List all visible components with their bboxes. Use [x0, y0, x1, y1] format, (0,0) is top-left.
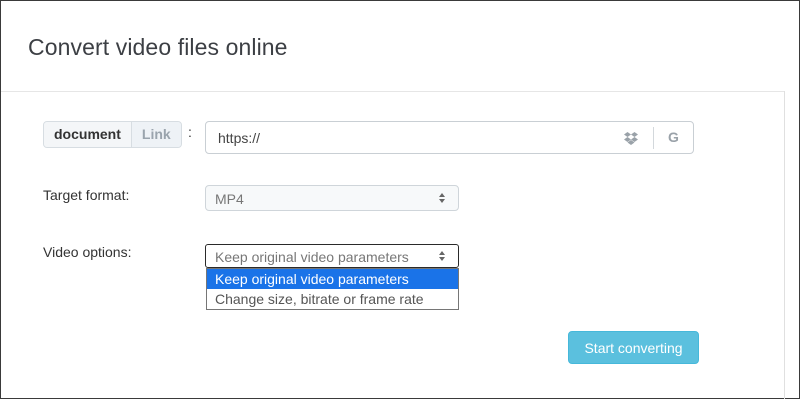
page-frame: Convert video files online document Link… — [0, 0, 800, 399]
target-format-value: MP4 — [215, 191, 244, 207]
source-colon: : — [188, 124, 192, 140]
video-options-value: Keep original video parameters — [215, 249, 409, 265]
dropbox-icon[interactable] — [624, 131, 638, 145]
page-title: Convert video files online — [28, 34, 288, 60]
tab-link[interactable]: Link — [131, 122, 181, 147]
updown-arrow-icon — [439, 251, 445, 261]
option-change-size[interactable]: Change size, bitrate or frame rate — [207, 289, 458, 309]
start-converting-button[interactable]: Start converting — [568, 331, 699, 364]
updown-arrow-icon — [439, 193, 445, 203]
source-toggle: document Link — [43, 121, 182, 148]
target-format-select[interactable]: MP4 — [205, 185, 459, 211]
panel-edge — [784, 91, 785, 399]
divider — [1, 91, 785, 92]
url-input[interactable] — [218, 130, 598, 146]
video-options-label: Video options: — [43, 244, 132, 260]
video-options-dropdown: Keep original video parameters Change si… — [206, 268, 459, 310]
target-format-label: Target format: — [43, 187, 130, 203]
google-drive-icon[interactable]: G — [668, 129, 679, 145]
url-field[interactable]: G — [205, 121, 694, 154]
option-keep-original[interactable]: Keep original video parameters — [207, 269, 458, 289]
url-separator — [653, 127, 654, 149]
tab-document[interactable]: document — [44, 122, 132, 147]
video-options-select[interactable]: Keep original video parameters — [205, 244, 459, 268]
